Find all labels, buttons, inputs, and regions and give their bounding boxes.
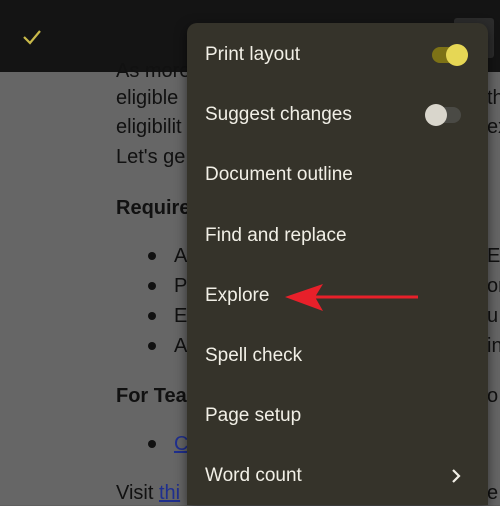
doc-fragment: e [487,482,499,504]
doc-fragment: ex [487,116,500,138]
menu-item-find-replace[interactable]: Find and replace [187,206,488,266]
menu-item-suggest-changes[interactable]: Suggest changes [187,85,488,145]
doc-heading: Require [116,197,191,219]
bullet-text: E [174,305,188,327]
menu-item-label: Find and replace [205,225,347,246]
bullet-dot [148,252,156,260]
bullet-text: A [174,335,188,357]
doc-fragment: on [487,275,500,297]
menu-item-spell-check[interactable]: Spell check [187,326,488,386]
bullet-dot [148,440,156,448]
overflow-menu: Print layout Suggest changes Document ou… [187,23,488,505]
doc-heading: For Tea [116,385,187,407]
menu-item-label: Print layout [205,44,301,65]
toggle-knob [425,104,447,126]
bullet-dot [148,312,156,320]
menu-item-page-setup[interactable]: Page setup [187,386,488,446]
print-layout-toggle[interactable] [432,44,468,66]
bullet-dot [148,342,156,350]
menu-item-document-outline[interactable]: Document outline [187,145,488,205]
doc-fragment: u [487,305,499,327]
visit-text: Visit [116,482,159,504]
menu-item-label: Page setup [205,405,302,426]
visit-link[interactable]: thi [159,482,180,504]
menu-item-label: Word count [205,465,302,486]
chevron-right-icon [452,469,461,483]
doc-line: Let's ge [116,146,186,168]
check-icon[interactable] [22,28,42,46]
annotation-arrow-icon [285,284,418,311]
menu-item-label: Explore [205,285,270,306]
bullet-dot [148,282,156,290]
doc-fragment: th [487,87,500,109]
menu-item-print-layout[interactable]: Print layout [187,25,488,85]
doc-fragment: in [487,335,500,357]
doc-line: As more [116,60,191,82]
menu-item-label: Suggest changes [205,104,352,125]
doc-line: eligibilit [116,116,182,138]
menu-item-label: Spell check [205,345,303,366]
menu-item-label: Document outline [205,164,353,185]
doc-fragment: o [487,385,499,407]
menu-item-word-count[interactable]: Word count [187,446,488,506]
doc-line: eligible [116,87,179,109]
bullet-text: P [174,275,188,297]
doc-fragment: E [487,245,500,267]
bullet-text: A [174,245,188,267]
doc-line: Visit thi [116,481,180,505]
toggle-knob [446,44,468,66]
suggest-changes-toggle[interactable] [425,104,461,126]
